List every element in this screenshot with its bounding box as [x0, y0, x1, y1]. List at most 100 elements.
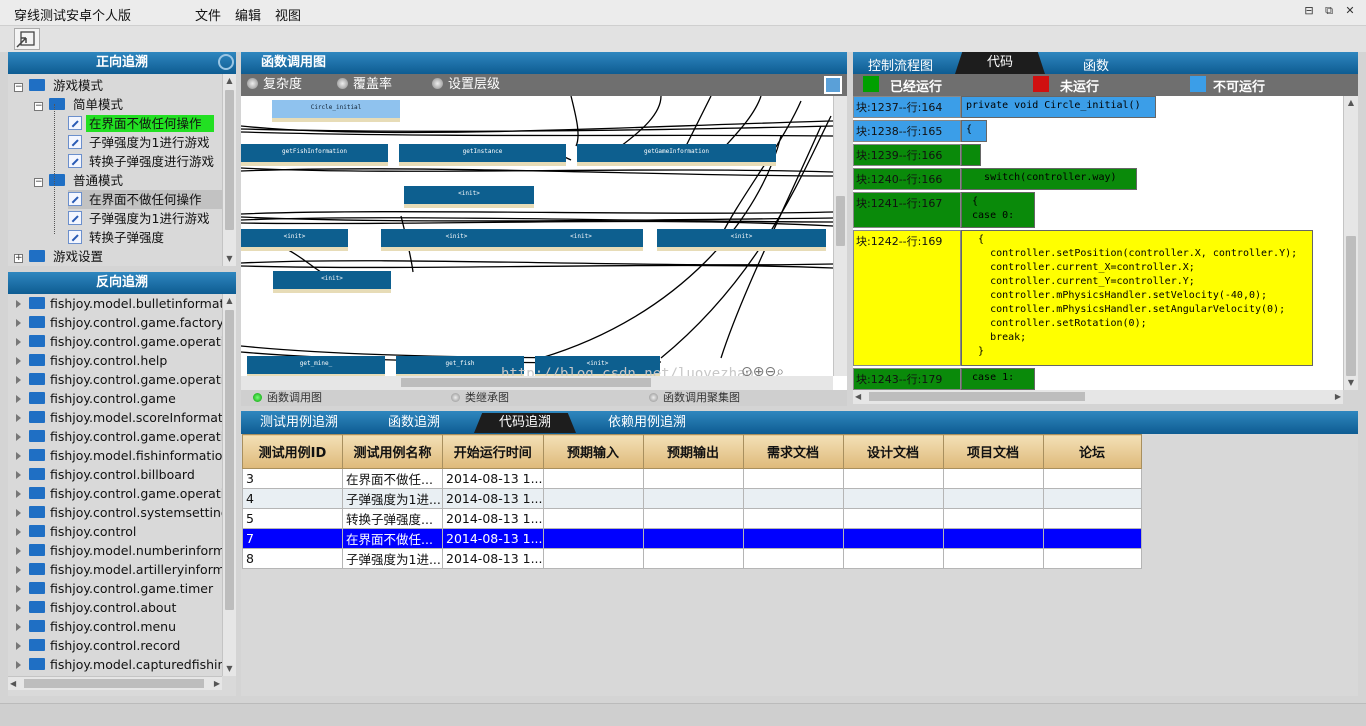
- code-block-row[interactable]: 块:1241--行:167 { case 0:: [853, 192, 1343, 228]
- expand-arrow-icon[interactable]: [16, 471, 21, 479]
- scroll-left-icon[interactable]: ◀: [855, 390, 861, 404]
- table-row[interactable]: 5 转换子弹强度... 2014-08-13 1...: [242, 508, 1142, 529]
- table-cell[interactable]: [1042, 548, 1142, 569]
- expand-arrow-icon[interactable]: [16, 604, 21, 612]
- table-row[interactable]: 8 子弹强度为1进... 2014-08-13 1...: [242, 548, 1142, 569]
- table-cell[interactable]: 转换子弹强度...: [342, 508, 443, 529]
- graph-hscrollbar[interactable]: [241, 376, 833, 390]
- backward-list-vscrollbar[interactable]: ▲ ▼: [222, 294, 236, 676]
- table-cell[interactable]: [742, 468, 844, 489]
- expand-arrow-icon[interactable]: [16, 433, 21, 441]
- code-block-row[interactable]: 块:1237--行:164 private void Circle_initial…: [853, 96, 1343, 118]
- table-cell[interactable]: 3: [242, 468, 343, 489]
- expand-arrow-icon[interactable]: [16, 338, 21, 346]
- graph-node[interactable]: getInstance: [399, 144, 566, 166]
- tree-item[interactable]: 在界面不做任何操作: [68, 114, 214, 133]
- scroll-down-icon[interactable]: ▼: [223, 662, 236, 676]
- expand-arrow-icon[interactable]: [16, 300, 21, 308]
- graph-node[interactable]: Circle_initial: [272, 100, 400, 122]
- expand-arrow-icon[interactable]: [16, 528, 21, 536]
- graph-node[interactable]: <init>: [404, 186, 534, 208]
- backward-trace-item[interactable]: fishjoy.control.game: [16, 389, 222, 408]
- backward-trace-item[interactable]: fishjoy.control.record: [16, 636, 222, 655]
- scroll-thumb[interactable]: [836, 196, 845, 246]
- table-cell[interactable]: [642, 548, 744, 569]
- tree-item[interactable]: 转换子弹强度: [68, 228, 167, 247]
- tab-call-graph[interactable]: 函数调用图: [253, 390, 322, 406]
- table-cell[interactable]: 4: [242, 488, 343, 509]
- table-cell[interactable]: [642, 528, 744, 549]
- backward-trace-item[interactable]: fishjoy.control.game.operatio: [16, 370, 222, 389]
- tree-folder[interactable]: + 游戏设置: [14, 247, 106, 266]
- expand-arrow-icon[interactable]: [16, 585, 21, 593]
- tab-call-cluster[interactable]: 函数调用聚集图: [649, 390, 740, 406]
- expand-arrow-icon[interactable]: [16, 357, 21, 365]
- table-cell[interactable]: 2014-08-13 1...: [442, 548, 544, 569]
- expand-arrow-icon[interactable]: [16, 661, 21, 669]
- expand-arrow-icon[interactable]: [16, 623, 21, 631]
- scroll-up-icon[interactable]: ▲: [223, 74, 236, 88]
- table-cell[interactable]: 7: [242, 528, 343, 549]
- table-cell[interactable]: 在界面不做任...: [342, 468, 443, 489]
- expand-arrow-icon[interactable]: [16, 547, 21, 555]
- scroll-down-icon[interactable]: ▼: [223, 252, 236, 266]
- graph-node[interactable]: <init>: [519, 229, 643, 251]
- table-cell[interactable]: [942, 528, 1044, 549]
- call-graph-canvas[interactable]: Circle_initial getFishInformation getInsta…: [241, 96, 847, 390]
- column-header[interactable]: 测试用例ID: [242, 434, 343, 469]
- tab-control-flow[interactable]: 控制流程图: [868, 55, 933, 74]
- backward-trace-item[interactable]: fishjoy.control.game.operatio: [16, 332, 222, 351]
- expand-arrow-icon[interactable]: [16, 490, 21, 498]
- table-cell[interactable]: 子弹强度为1进...: [342, 548, 443, 569]
- tree-folder[interactable]: − 游戏模式: [14, 76, 106, 95]
- backward-trace-item[interactable]: fishjoy.control.menu: [16, 617, 222, 636]
- backward-list-hscrollbar[interactable]: ◀ ▶: [8, 676, 222, 690]
- backward-trace-item[interactable]: fishjoy.model.fishinformation: [16, 446, 222, 465]
- table-cell[interactable]: [542, 488, 644, 509]
- scroll-up-icon[interactable]: ▲: [223, 294, 236, 308]
- scroll-thumb[interactable]: [869, 392, 1085, 401]
- table-cell[interactable]: [1042, 488, 1142, 509]
- table-cell[interactable]: [942, 548, 1044, 569]
- table-cell[interactable]: [842, 488, 944, 509]
- tab-function-trace[interactable]: 函数追溯: [388, 413, 440, 433]
- scroll-right-icon[interactable]: ▶: [1335, 390, 1341, 404]
- expand-arrow-icon[interactable]: [16, 452, 21, 460]
- backward-trace-item[interactable]: fishjoy.model.bulletinformatic: [16, 294, 222, 313]
- table-cell[interactable]: [842, 508, 944, 529]
- scroll-thumb[interactable]: [401, 378, 651, 387]
- graph-node[interactable]: getGameInformation: [577, 144, 776, 166]
- table-cell[interactable]: [642, 508, 744, 529]
- collapse-icon[interactable]: −: [34, 178, 43, 187]
- column-header[interactable]: 预期输出: [642, 434, 744, 469]
- tree-item[interactable]: 子弹强度为1进行游戏: [68, 209, 212, 228]
- tree-item[interactable]: 子弹强度为1进行游戏: [68, 133, 212, 152]
- graph-node[interactable]: <init>: [381, 229, 532, 251]
- table-cell[interactable]: [842, 468, 944, 489]
- graph-node[interactable]: <init>: [273, 271, 391, 293]
- code-block-row[interactable]: 块:1242--行:169 { controller.setPosition(c…: [853, 230, 1343, 366]
- tree-item[interactable]: 转换子弹强度进行游戏: [68, 152, 217, 171]
- code-hscrollbar[interactable]: ◀ ▶: [853, 390, 1343, 404]
- scroll-thumb[interactable]: [1346, 236, 1356, 376]
- expand-arrow-icon[interactable]: [16, 642, 21, 650]
- fullscreen-icon[interactable]: [824, 76, 842, 94]
- expand-arrow-icon[interactable]: [16, 566, 21, 574]
- expand-icon[interactable]: +: [14, 254, 23, 263]
- table-cell[interactable]: [942, 508, 1044, 529]
- tab-dependency-trace[interactable]: 依赖用例追溯: [608, 413, 686, 433]
- table-cell[interactable]: [942, 468, 1044, 489]
- backward-trace-item[interactable]: fishjoy.control.help: [16, 351, 222, 370]
- column-header[interactable]: 论坛: [1042, 434, 1142, 469]
- menu-edit[interactable]: 编辑: [235, 5, 261, 24]
- backward-trace-item[interactable]: fishjoy.control.game.operatio: [16, 484, 222, 503]
- column-header[interactable]: 设计文档: [842, 434, 944, 469]
- table-cell[interactable]: 8: [242, 548, 343, 569]
- refresh-icon[interactable]: [218, 54, 234, 70]
- backward-trace-item[interactable]: fishjoy.model.capturedfishinfo: [16, 655, 222, 674]
- table-cell[interactable]: [842, 548, 944, 569]
- backward-trace-item[interactable]: fishjoy.model.artilleryinforma: [16, 560, 222, 579]
- graph-node[interactable]: getFishInformation: [241, 144, 388, 166]
- table-cell[interactable]: [1042, 468, 1142, 489]
- table-cell[interactable]: [742, 528, 844, 549]
